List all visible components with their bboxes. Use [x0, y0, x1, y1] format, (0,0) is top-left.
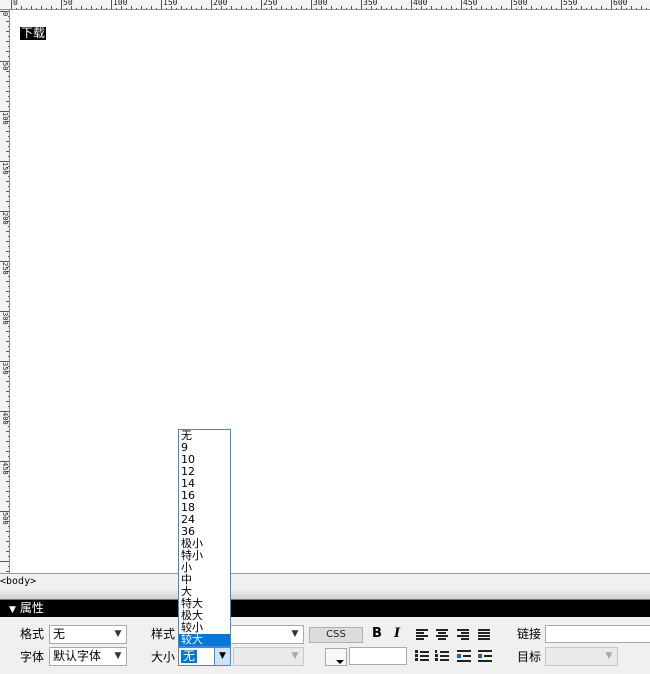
vertical-ruler: 0 50 100 150 200 250 300 350 400 450 500 — [0, 10, 10, 573]
style-label: 样式 — [151, 627, 176, 641]
ruler-label: 300 — [1, 312, 9, 325]
ruler-label: 250 — [263, 0, 278, 7]
size-dropdown-list[interactable]: 无 9 10 12 14 16 18 24 36 极小 特小 小 中 大 特大 … — [178, 429, 231, 647]
align-right-icon[interactable] — [457, 629, 471, 641]
outdent-icon[interactable] — [457, 649, 473, 663]
ruler-label: 450 — [463, 0, 478, 7]
chevron-down-icon: ▼ — [291, 629, 299, 639]
align-center-icon[interactable] — [436, 629, 450, 641]
align-left-icon[interactable] — [416, 629, 430, 641]
ruler-label: 500 — [513, 0, 528, 7]
ruler-label: 550 — [563, 0, 578, 7]
ruler-label: 200 — [1, 212, 9, 225]
align-justify-icon[interactable] — [478, 629, 492, 641]
properties-panel-header[interactable]: ▼ 属性 — [0, 600, 650, 617]
unordered-list-icon[interactable] — [415, 649, 431, 663]
size-unit-select: ▼ — [233, 647, 304, 666]
chevron-down-icon[interactable]: ▼ — [214, 648, 230, 665]
link-label: 链接 — [517, 627, 542, 641]
chevron-down-icon: ▼ — [605, 651, 613, 661]
ruler-label: 500 — [1, 512, 9, 525]
bold-button[interactable]: B — [369, 626, 385, 642]
app-window: 0 50 100 150 200 250 300 350 400 450 500… — [0, 0, 650, 674]
font-value: 默认字体 — [53, 649, 102, 663]
style-select[interactable]: ▼ — [231, 625, 304, 644]
ruler-label: 50 — [63, 0, 73, 7]
ruler-ticks — [0, 11, 9, 572]
size-label: 大小 — [151, 650, 176, 664]
chevron-down-icon: ▼ — [291, 651, 299, 661]
text-color-picker[interactable] — [325, 648, 347, 666]
format-select[interactable]: 无 ▼ — [49, 625, 127, 644]
properties-panel: 格式 无 ▼ 样式 ▼ CSS B I 链接 字体 默认字体 ▼ 大小 ▼ 目标… — [0, 617, 650, 674]
selected-text-download[interactable]: 下载 — [20, 27, 47, 40]
ruler-label: 350 — [363, 0, 378, 7]
chevron-down-icon: ▼ — [114, 629, 122, 639]
ruler-label: 400 — [413, 0, 428, 7]
target-label: 目标 — [517, 650, 542, 664]
horizontal-ruler: 0 50 100 150 200 250 300 350 400 450 500… — [0, 0, 650, 10]
ruler-label: 600 — [613, 0, 628, 7]
ruler-label: 300 — [313, 0, 328, 7]
ruler-label: 0 — [13, 0, 18, 7]
size-select[interactable]: 无 ▼ — [178, 647, 231, 666]
text-color-input[interactable] — [349, 647, 407, 665]
link-input[interactable] — [545, 625, 650, 643]
ruler-label: 100 — [1, 112, 9, 125]
panel-splitter[interactable] — [0, 590, 650, 600]
ruler-label: 0 — [1, 12, 9, 17]
ruler-label: 250 — [1, 262, 9, 275]
size-value: 无 — [181, 649, 198, 663]
chevron-down-icon: ▼ — [114, 651, 122, 661]
format-value: 无 — [53, 627, 66, 641]
ordered-list-icon[interactable] — [435, 649, 451, 663]
ruler-label: 50 — [1, 62, 9, 71]
ruler-label: 400 — [1, 412, 9, 425]
font-label: 字体 — [20, 650, 45, 664]
font-select[interactable]: 默认字体 ▼ — [49, 647, 127, 666]
indent-icon[interactable] — [478, 649, 494, 663]
tag-body[interactable]: <body> — [0, 576, 36, 587]
css-button[interactable]: CSS — [309, 627, 363, 643]
ruler-label: 100 — [113, 0, 128, 7]
ruler-label: 350 — [1, 362, 9, 375]
italic-button[interactable]: I — [389, 626, 405, 642]
ruler-label: 200 — [213, 0, 228, 7]
design-canvas[interactable]: 下载 — [11, 11, 650, 573]
properties-title: 属性 — [19, 601, 44, 615]
target-select: ▼ — [545, 647, 618, 666]
ruler-label: 150 — [1, 162, 9, 175]
ruler-label: 150 — [163, 0, 178, 7]
tag-selector-bar: <body> — [0, 573, 650, 590]
color-picker-arrow-icon — [336, 660, 344, 664]
size-option-selected[interactable]: 较大 — [179, 634, 230, 646]
ruler-label: 450 — [1, 462, 9, 475]
format-label: 格式 — [20, 627, 45, 641]
